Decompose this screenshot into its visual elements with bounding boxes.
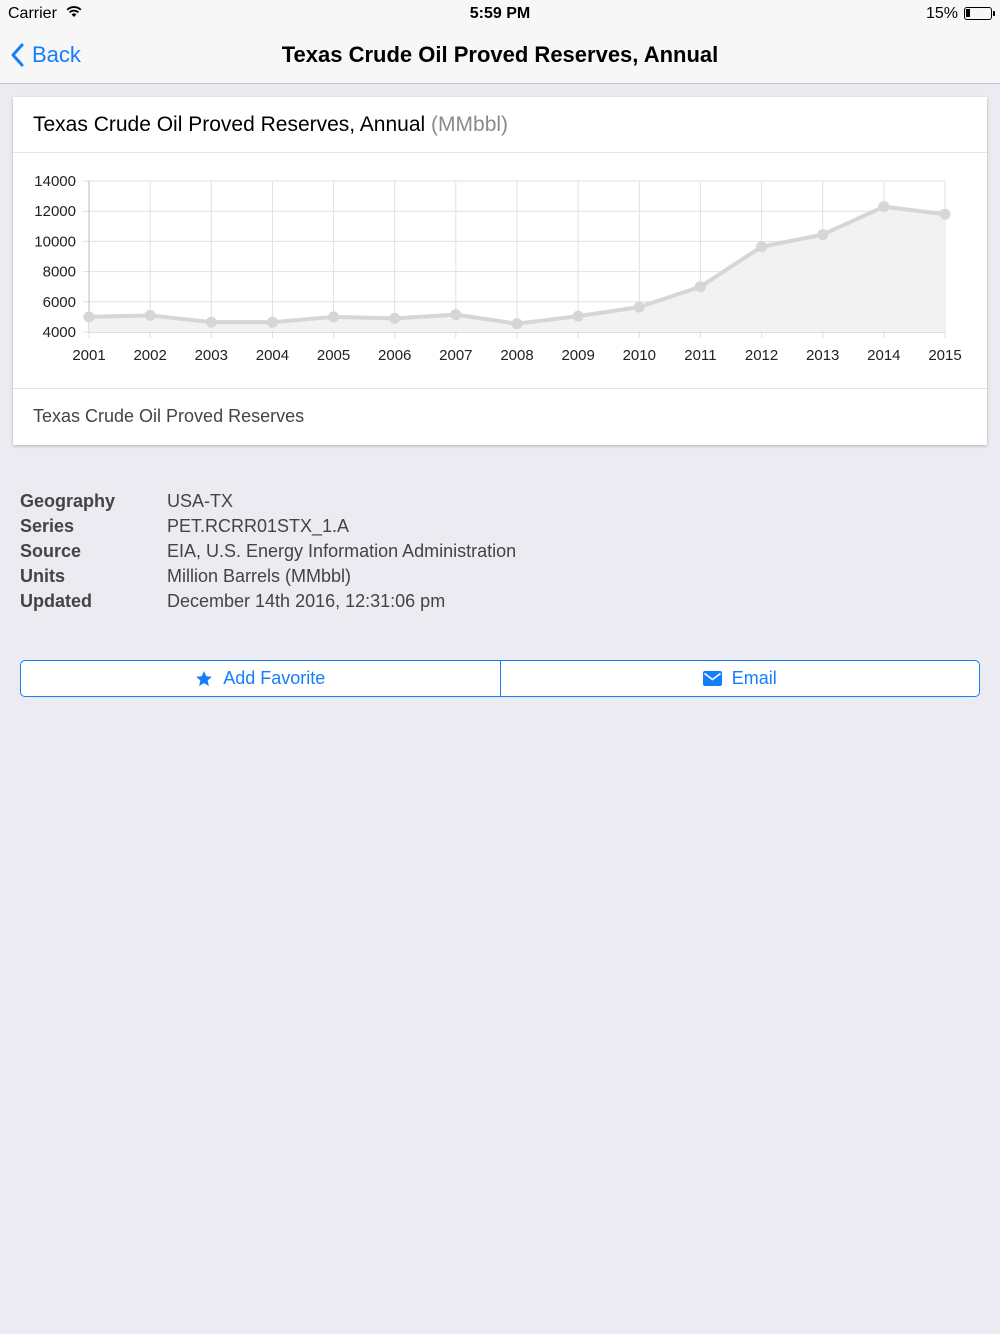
chart-card: Texas Crude Oil Proved Reserves, Annual …	[13, 97, 987, 445]
data-point	[450, 309, 462, 321]
detail-row-updated: Updated December 14th 2016, 12:31:06 pm	[20, 591, 516, 616]
x-tick-label: 2014	[867, 347, 900, 364]
detail-label: Series	[20, 516, 75, 536]
detail-value: USA-TX	[167, 491, 234, 511]
email-button[interactable]: Email	[499, 661, 980, 696]
detail-label: Geography	[20, 491, 116, 511]
navigation-bar: Back Texas Crude Oil Proved Reserves, An…	[0, 28, 1000, 84]
action-buttons: Add Favorite Email	[20, 660, 980, 697]
data-point	[83, 311, 95, 323]
detail-value: PET.RCRR01STX_1.A	[167, 516, 350, 536]
data-point	[266, 316, 278, 328]
data-point	[694, 281, 706, 293]
detail-value: December 14th 2016, 12:31:06 pm	[167, 591, 446, 611]
battery-percentage: 15%	[925, 5, 958, 22]
page-title: Texas Crude Oil Proved Reserves, Annual	[281, 42, 719, 67]
envelope-icon	[702, 671, 722, 686]
detail-value: EIA, U.S. Energy Information Administrat…	[167, 541, 517, 561]
y-tick-label: 6000	[43, 294, 76, 311]
data-point	[511, 318, 523, 330]
x-tick-label: 2006	[378, 347, 411, 364]
data-point	[756, 241, 768, 253]
y-tick-label: 12000	[34, 203, 76, 220]
x-tick-label: 2003	[195, 347, 228, 364]
x-tick-label: 2010	[623, 347, 656, 364]
star-icon	[196, 670, 213, 686]
data-point	[572, 310, 584, 322]
detail-label: Units	[20, 566, 65, 586]
x-tick-label: 2004	[256, 347, 289, 364]
chart-title: Texas Crude Oil Proved Reserves, Annual	[33, 113, 426, 136]
x-tick-label: 2009	[561, 347, 594, 364]
add-favorite-label: Add Favorite	[223, 668, 326, 688]
data-point	[389, 312, 401, 324]
chart-unit: (MMbbl)	[431, 113, 509, 136]
battery-icon	[964, 7, 995, 20]
chart-series-name: Texas Crude Oil Proved Reserves	[13, 388, 987, 445]
detail-value: Million Barrels (MMbbl)	[167, 566, 352, 586]
x-tick-label: 2013	[806, 347, 839, 364]
data-point	[817, 229, 829, 241]
data-point	[633, 301, 645, 313]
x-tick-label: 2002	[133, 347, 166, 364]
x-tick-label: 2005	[317, 347, 350, 364]
detail-row-geography: Geography USA-TX	[20, 491, 516, 516]
data-point	[328, 311, 340, 323]
clock: 5:59 PM	[469, 5, 531, 22]
x-tick-label: 2001	[72, 347, 105, 364]
x-tick-label: 2015	[928, 347, 961, 364]
x-tick-label: 2012	[745, 347, 778, 364]
detail-row-units: Units Million Barrels (MMbbl)	[20, 566, 516, 591]
x-tick-label: 2007	[439, 347, 472, 364]
x-tick-label: 2008	[500, 347, 533, 364]
chart-card-header: Texas Crude Oil Proved Reserves, Annual …	[13, 97, 987, 153]
data-point	[878, 201, 890, 213]
data-point	[144, 309, 156, 321]
chart-area[interactable]: 4000 6000 8000 10000 12000 14000 2001 2002 2003 2…	[13, 154, 987, 388]
y-tick-label: 14000	[34, 173, 76, 190]
data-point	[205, 316, 217, 328]
detail-row-series: Series PET.RCRR01STX_1.A	[20, 516, 516, 541]
detail-label: Source	[20, 541, 82, 561]
add-favorite-button[interactable]: Add Favorite	[21, 661, 500, 696]
data-point	[939, 208, 951, 220]
detail-row-source: Source EIA, U.S. Energy Information Admi…	[20, 541, 516, 566]
y-tick-label: 8000	[43, 264, 76, 281]
detail-label: Updated	[20, 591, 92, 611]
email-label: Email	[731, 668, 777, 688]
y-tick-label: 4000	[43, 324, 76, 341]
line-chart[interactable]: 4000 6000 8000 10000 12000 14000 2001 2002 2003 2…	[13, 154, 987, 388]
y-tick-label: 10000	[34, 233, 76, 250]
status-bar: Carrier 5:59 PM 15%	[0, 0, 1000, 28]
x-tick-label: 2011	[684, 347, 716, 364]
series-details: Geography USA-TX Series PET.RCRR01STX_1.…	[20, 491, 516, 616]
